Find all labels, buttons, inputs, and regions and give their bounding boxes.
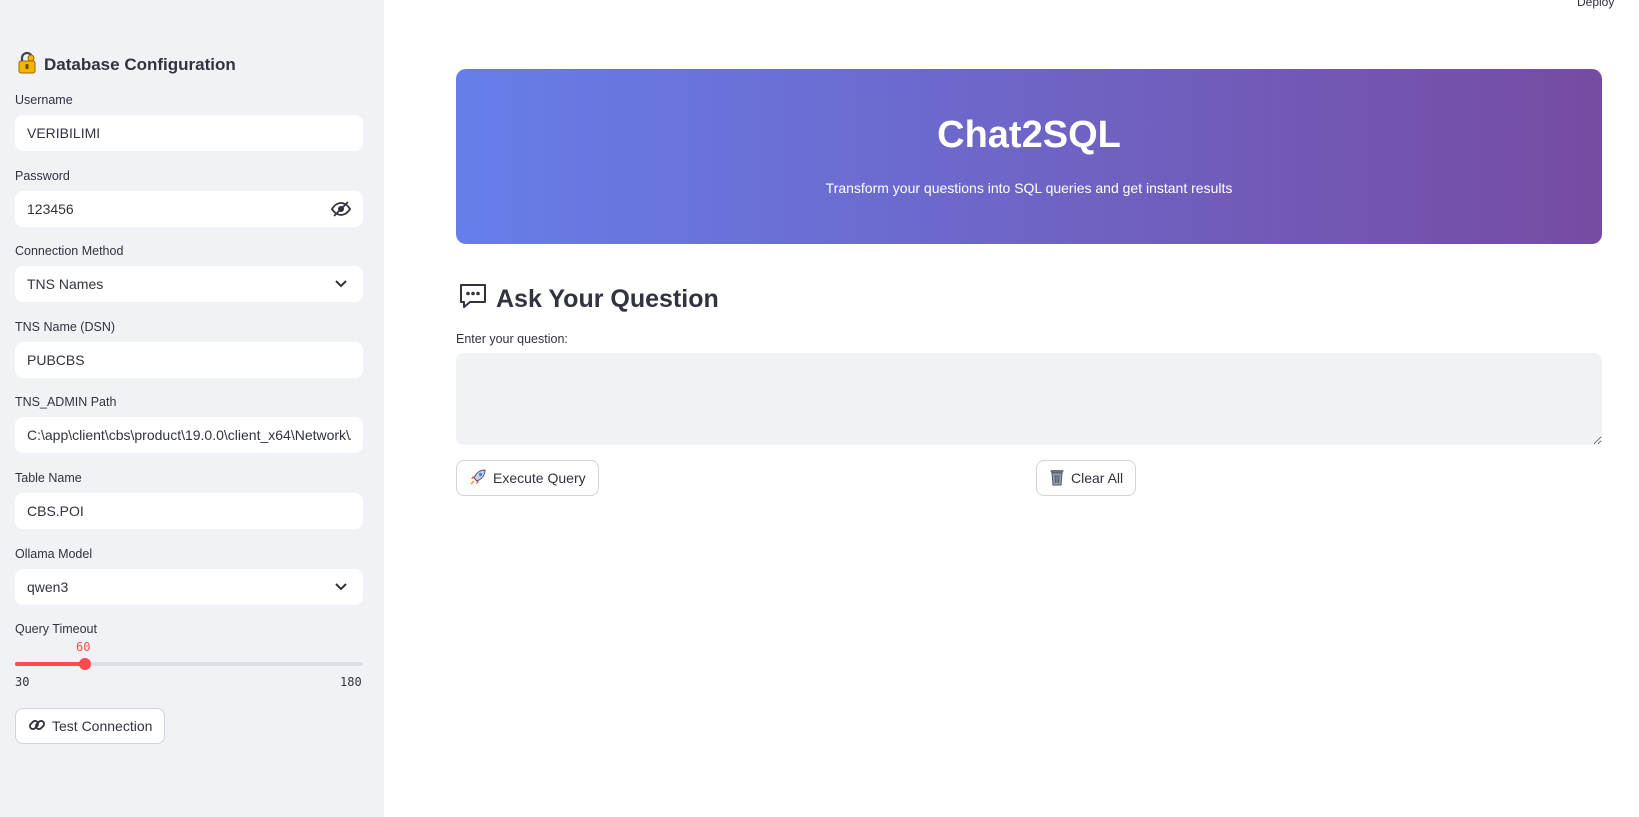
rocket-icon [469, 468, 487, 489]
connection-method-label: Connection Method [15, 244, 124, 258]
test-connection-button[interactable]: Test Connection [15, 708, 166, 744]
section-title: Ask Your Question [458, 282, 719, 316]
clear-all-label: Clear All [1071, 470, 1124, 486]
ollama-model-label: Ollama Model [15, 547, 93, 561]
app-subtitle: Transform your questions into SQL querie… [825, 180, 1233, 196]
slider-max-label: 180 [340, 675, 362, 689]
tns-name-label: TNS Name (DSN) [15, 320, 116, 334]
table-name-value: CBS.POI [27, 503, 84, 519]
section-title-text: Ask Your Question [496, 284, 719, 313]
connection-method-select[interactable]: TNS Names [15, 266, 363, 302]
tns-admin-value: C:\app\client\cbs\product\19.0.0\client_… [27, 427, 351, 443]
clear-all-button[interactable]: Clear All [1036, 460, 1137, 496]
table-name-field[interactable]: CBS.POI [15, 493, 363, 529]
eye-slash-icon[interactable] [331, 199, 351, 219]
tns-admin-label: TNS_ADMIN Path [15, 395, 117, 409]
chevron-down-icon [331, 577, 351, 597]
tns-name-field[interactable]: PUBCBS [15, 342, 363, 378]
test-connection-label: Test Connection [52, 718, 153, 734]
ollama-model-select[interactable]: qwen3 [15, 569, 363, 605]
app-title: Chat2SQL [937, 114, 1121, 156]
ollama-model-value: qwen3 [27, 579, 69, 595]
lock-key-icon [16, 51, 38, 79]
table-name-label: Table Name [15, 471, 82, 485]
execute-query-button[interactable]: Execute Query [456, 460, 599, 496]
sidebar-title-text: Database Configuration [44, 55, 236, 74]
username-value: VERIBILIMI [27, 125, 101, 141]
question-label: Enter your question: [456, 332, 568, 346]
chevron-down-icon [331, 274, 351, 294]
sidebar: Database Configuration Username VERIBILI… [0, 0, 384, 817]
slider-thumb[interactable] [78, 658, 91, 670]
query-timeout-slider[interactable] [15, 658, 363, 670]
tns-name-value: PUBCBS [27, 352, 85, 368]
password-label: Password [15, 169, 70, 183]
hero-banner: Chat2SQL Transform your questions into S… [456, 69, 1602, 244]
connection-method-value: TNS Names [27, 276, 104, 292]
slider-current-value: 60 [76, 640, 91, 654]
username-field[interactable]: VERIBILIMI [15, 115, 363, 151]
password-value: 123456 [27, 201, 74, 217]
execute-query-label: Execute Query [493, 470, 586, 486]
question-input[interactable] [456, 353, 1602, 445]
query-timeout-label: Query Timeout [15, 622, 97, 636]
username-label: Username [15, 93, 73, 107]
password-field[interactable]: 123456 [15, 191, 363, 227]
link-icon [28, 716, 46, 737]
deploy-button[interactable]: Deploy [1577, 0, 1614, 9]
tns-admin-field[interactable]: C:\app\client\cbs\product\19.0.0\client_… [15, 417, 363, 453]
slider-fill [15, 662, 85, 666]
sidebar-title: Database Configuration [16, 51, 236, 79]
wastebasket-icon [1049, 468, 1065, 489]
slider-min-label: 30 [15, 675, 30, 689]
speech-bubble-icon [458, 282, 488, 317]
